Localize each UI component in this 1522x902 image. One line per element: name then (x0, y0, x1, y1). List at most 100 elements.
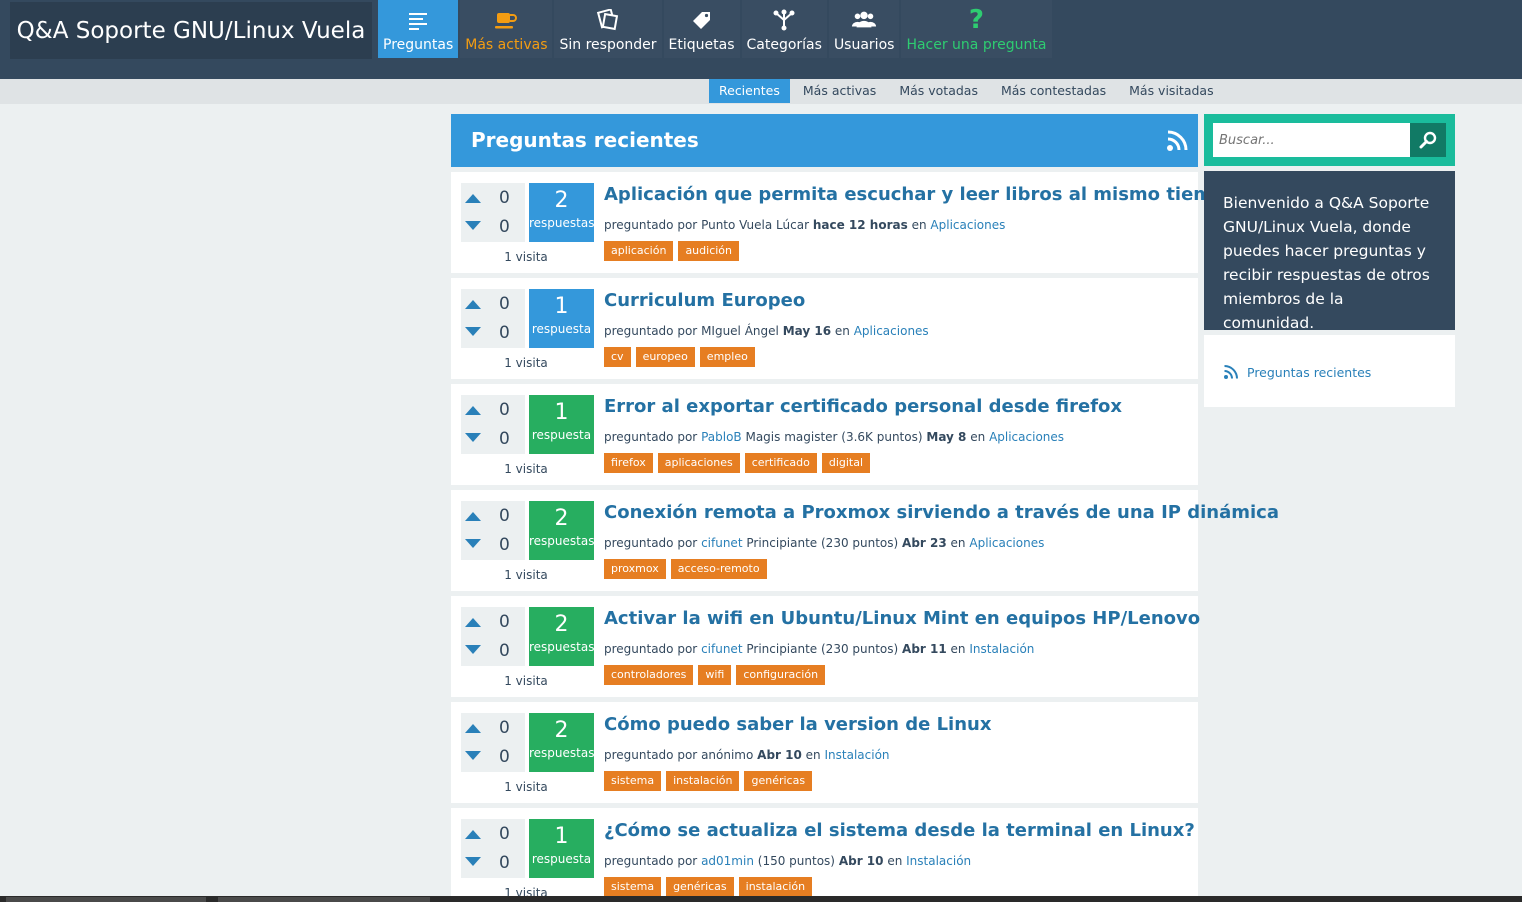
tag-chip[interactable]: genéricas (666, 877, 734, 897)
visit-count: 1 visita (504, 674, 548, 688)
tag-chip[interactable]: acceso-remoto (670, 559, 767, 579)
user-link[interactable]: cifunet (701, 642, 742, 656)
question-title[interactable]: Cómo puedo saber la version de Linux (604, 714, 991, 735)
site-logo[interactable]: Q&A Soporte GNU/Linux Vuela (10, 2, 372, 59)
tag-chip[interactable]: audición (678, 241, 739, 261)
search-input[interactable] (1213, 123, 1410, 157)
vote-box: 00 (461, 183, 525, 242)
question-title[interactable]: Aplicación que permita escuchar y leer l… (604, 184, 1237, 205)
vote-up-icon[interactable] (465, 618, 481, 627)
nav-item-2[interactable]: Sin responder (554, 0, 662, 58)
vote-up-icon[interactable] (465, 724, 481, 733)
answer-count-box: 2 respuestas (529, 607, 594, 666)
feed-label: Preguntas recientes (1247, 364, 1372, 380)
category-link[interactable]: Aplicaciones (989, 430, 1064, 444)
search-button[interactable] (1410, 123, 1446, 157)
tag-chip[interactable]: wifi (698, 665, 732, 685)
recent-feed-link[interactable]: Preguntas recientes (1223, 364, 1371, 380)
category-link[interactable]: Instalación (906, 854, 971, 868)
tag-chip[interactable]: proxmox (604, 559, 666, 579)
sort-tab-1[interactable]: Más activas (793, 79, 886, 103)
nav-item-0[interactable]: Preguntas (378, 0, 459, 58)
sort-tab-4[interactable]: Más visitadas (1119, 79, 1223, 103)
tag-chip[interactable]: digital (821, 453, 871, 473)
vote-up-icon[interactable] (465, 406, 481, 415)
vote-up-icon[interactable] (465, 830, 481, 839)
downvote-count: 0 (499, 641, 510, 661)
user-link[interactable]: ad01min (701, 854, 754, 868)
tag-chip[interactable]: empleo (699, 347, 755, 367)
rss-icon[interactable] (1166, 130, 1188, 156)
tag-chip[interactable]: instalación (666, 771, 740, 791)
sort-nav: Recientes Más activas Más votadas Más conte… (709, 79, 1227, 103)
downvote-count: 0 (499, 747, 510, 767)
question-title[interactable]: Error al exportar certificado personal d… (604, 396, 1122, 417)
nav-item-1[interactable]: Más activas (460, 0, 553, 58)
answer-label: respuestas (529, 640, 595, 654)
question-date: Abr 10 (757, 748, 802, 762)
tag-chip[interactable]: sistema (604, 877, 662, 897)
question-item: 0 0 1 respuesta 1 visita Error al exportar ce… (451, 384, 1198, 485)
tag-chip[interactable]: instalación (738, 877, 813, 897)
nav-item-4[interactable]: Categorías (741, 0, 827, 58)
category-link[interactable]: Aplicaciones (854, 324, 929, 338)
tag-list: firefox aplicaciones certificado digital (604, 453, 875, 473)
tag-chip[interactable]: controladores (604, 665, 694, 685)
tag-chip[interactable]: certificado (744, 453, 817, 473)
user-link[interactable]: PabloB (701, 430, 742, 444)
category-link[interactable]: Instalación (825, 748, 890, 762)
question-title[interactable]: Conexión remota a Proxmox sirviendo a tr… (604, 502, 1279, 523)
vote-down-icon[interactable] (465, 539, 481, 548)
tag-chip[interactable]: firefox (604, 453, 653, 473)
vote-down-icon[interactable] (465, 751, 481, 760)
answer-count: 1 (554, 294, 569, 319)
question-list: 0 0 2 respuestas 1 visita Aplicación que perm… (451, 172, 1279, 902)
downvote-count: 0 (499, 535, 510, 555)
question-item: 0 0 2 respuestas 1 visita Conexión remota a P… (451, 490, 1279, 591)
tag-chip[interactable]: aplicación (604, 241, 674, 261)
vote-up-icon[interactable] (465, 300, 481, 309)
nav-item-5[interactable]: Usuarios (828, 0, 900, 58)
answer-label: respuestas (529, 216, 595, 230)
user-points: Magis magister (3.6K puntos) (745, 430, 923, 444)
meta-prefix: preguntado por (604, 536, 698, 550)
sort-tab-3[interactable]: Más contestadas (991, 79, 1116, 103)
sort-tab-0[interactable]: Recientes (709, 79, 790, 103)
nav-item-3[interactable]: Etiquetas (663, 0, 740, 58)
tag-chip[interactable]: aplicaciones (657, 453, 740, 473)
question-date: Abr 10 (838, 854, 884, 868)
tag-chip[interactable]: configuración (736, 665, 826, 685)
category-link[interactable]: Aplicaciones (930, 218, 1005, 232)
question-title[interactable]: Curriculum Europeo (604, 290, 805, 311)
tag-chip[interactable]: sistema (604, 771, 662, 791)
user-name: anónimo (701, 748, 754, 762)
vote-down-icon[interactable] (465, 221, 481, 230)
vote-down-icon[interactable] (465, 645, 481, 654)
tag-list: cv europeo empleo (604, 347, 760, 367)
question-item: 0 0 1 respuesta 1 visita Curriculum Europeo pr… (451, 278, 1198, 379)
question-date: Abr 23 (902, 536, 947, 550)
question-date: Abr 11 (902, 642, 947, 656)
vote-up-icon[interactable] (465, 194, 481, 203)
category-link[interactable]: Aplicaciones (969, 536, 1044, 550)
tag-chip[interactable]: genéricas (744, 771, 813, 791)
user-link[interactable]: cifunet (701, 536, 742, 550)
vote-box: 00 (461, 713, 525, 772)
vote-box: 00 (461, 289, 525, 348)
category-link[interactable]: Instalación (969, 642, 1034, 656)
vote-down-icon[interactable] (465, 327, 481, 336)
visit-count: 1 visita (504, 568, 548, 582)
questions-header: Preguntas recientes (451, 114, 1198, 167)
nav-item-6[interactable]: ? Hacer una pregunta (901, 0, 1052, 58)
downvote-count: 0 (499, 323, 510, 343)
vote-down-icon[interactable] (465, 857, 481, 866)
vote-up-icon[interactable] (465, 512, 481, 521)
question-title[interactable]: Activar la wifi en Ubuntu/Linux Mint en … (604, 608, 1200, 629)
tag-list: aplicación audición (604, 241, 744, 261)
tag-chip[interactable]: europeo (635, 347, 695, 367)
nav-item-label: Preguntas (383, 37, 454, 53)
sort-tab-2[interactable]: Más votadas (889, 79, 988, 103)
question-title[interactable]: ¿Cómo se actualiza el sistema desde la t… (604, 820, 1195, 841)
vote-down-icon[interactable] (465, 433, 481, 442)
tag-chip[interactable]: cv (604, 347, 631, 367)
